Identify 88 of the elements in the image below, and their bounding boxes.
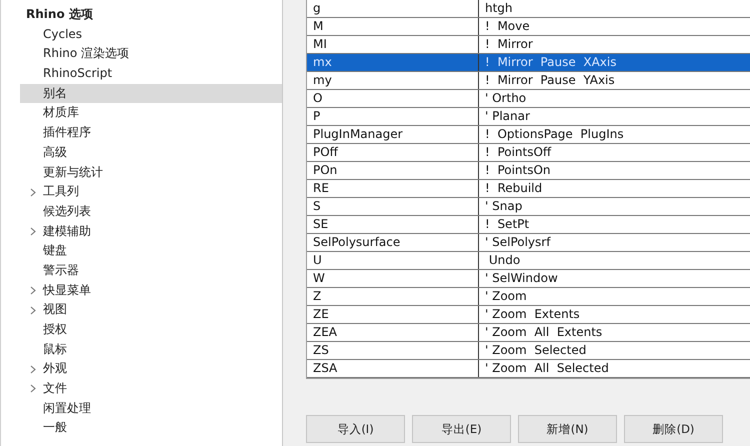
table-row[interactable]: M ! Move [307,18,750,36]
table-cell-text: htgh [484,0,514,17]
table-cell: W [307,270,479,287]
table-cell-text: ' Zoom All Selected [484,360,610,377]
tree-item[interactable]: Rhino 选项 [26,7,93,21]
tree-item[interactable]: 一般 [20,418,282,438]
table-cell: POff [307,144,479,161]
tree-item[interactable]: 文件 [20,379,282,399]
table-cell-text: ! SetPt [484,216,530,233]
tree-item[interactable]: 材质库 [20,103,282,124]
table-row[interactable]: O ' Ortho [307,90,750,108]
tree-item[interactable]: 高级 [20,142,282,162]
tree-item[interactable]: 视图 [20,300,282,320]
table-cell: ZS [307,342,479,359]
tree-item[interactable]: 建模辅助 [20,222,282,242]
table-row[interactable]: U Undo [307,252,750,270]
tree-item[interactable]: 候选列表 [20,202,282,222]
table-row[interactable]: S ' Snap [307,198,750,216]
table-row[interactable]: my ! Mirror Pause YAxis [307,72,750,90]
table-cell-text: ' SelWindow [484,270,559,287]
table-cell-text: Undo [488,252,522,269]
table-cell-text: ' Zoom All Extents [484,324,604,341]
table-cell-text: ! Mirror Pause XAxis [484,54,618,71]
table-row[interactable]: ZSA ' Zoom All Selected [307,360,750,378]
table-cell-text: ' Ortho [484,90,528,107]
tree-item[interactable]: 警示器 [20,260,282,281]
table-cell: ZE [307,306,479,323]
table-row[interactable]: Z ' Zoom [307,288,750,306]
tree-item[interactable]: 外观 [20,359,282,380]
tree-item[interactable]: 工具列 [20,182,282,202]
table-cell: g [307,0,479,17]
table-row[interactable]: P ' Planar [307,108,750,126]
table-row[interactable]: POff ! PointsOff [307,144,750,162]
table-cell-text: ' Zoom [484,288,528,305]
table-row[interactable]: mx ! Mirror Pause XAxis [307,54,750,72]
dialog-button[interactable]: 删除(D) [624,415,723,443]
dialog-button[interactable]: 导出(E) [412,415,511,443]
table-cell: U [307,252,479,269]
table-cell-text: ! Mirror [484,36,534,53]
table-cell: SE [307,216,479,233]
table-cell-text: ' Planar [484,108,531,125]
table-cell: ZEA [307,324,479,341]
table-cell: O [307,90,479,107]
table-row[interactable]: PlugInManager ! OptionsPage PlugIns [307,126,750,144]
table-cell: ZSA [307,360,479,377]
tree-item[interactable]: Cycles [20,24,282,44]
table-row[interactable]: ZEA ' Zoom All Extents [307,324,750,342]
table-cell-text: ! PointsOn [484,162,552,179]
table-cell: RE [307,180,479,197]
tree-item[interactable]: Rhino 渲染选项 [20,44,282,64]
tree-item[interactable]: 别名 [20,84,282,104]
table-cell: SelPolysurface [307,234,479,251]
tree-item[interactable]: 插件程序 [20,123,282,143]
table-row[interactable]: ZE ' Zoom Extents [307,306,750,324]
tree-item[interactable]: 快显菜单 [20,280,282,300]
table-cell-text: ' Snap [484,198,524,215]
table-row[interactable]: g htgh [307,0,750,18]
table-cell: PlugInManager [307,126,479,143]
table-cell: mx [307,54,479,71]
table-cell-text: ' SelPolysrf [484,234,552,251]
table-cell: S [307,198,479,215]
table-cell: M [307,18,479,35]
table-cell-text: ! OptionsPage PlugIns [484,126,625,143]
table-cell-text: ! Move [484,18,531,35]
table-row[interactable]: POn ! PointsOn [307,162,750,180]
tree-item[interactable]: 闲置处理 [20,398,282,418]
table-cell: P [307,108,479,125]
table-row[interactable]: W ' SelWindow [307,270,750,288]
table-cell-text: ' Zoom Extents [484,306,581,323]
table-cell-text: ! Rebuild [484,180,544,197]
table-cell: Z [307,288,479,305]
table-cell-text: ! Mirror Pause YAxis [484,72,616,89]
tree-item[interactable]: 更新与统计 [20,162,282,182]
table-cell-text: ! PointsOff [484,144,552,161]
table-row[interactable]: RE ! Rebuild [307,180,750,198]
tree-item[interactable]: 键盘 [20,241,282,261]
tree-item[interactable]: 授权 [20,320,282,340]
dialog-button[interactable]: 新增(N) [518,415,617,443]
table-cell: MI [307,36,479,53]
table-row[interactable]: SelPolysurface ' SelPolysrf [307,234,750,252]
table-cell-text: ' Zoom Selected [484,342,588,359]
dialog-button[interactable]: 导入(I) [306,415,405,443]
table-cell: my [307,72,479,89]
table-row[interactable]: SE ! SetPt [307,216,750,234]
tree-item[interactable]: 鼠标 [20,340,282,360]
tree-item[interactable]: RhinoScript [20,64,282,84]
table-cell: POn [307,162,479,179]
table-row[interactable]: ZS ' Zoom Selected [307,342,750,360]
